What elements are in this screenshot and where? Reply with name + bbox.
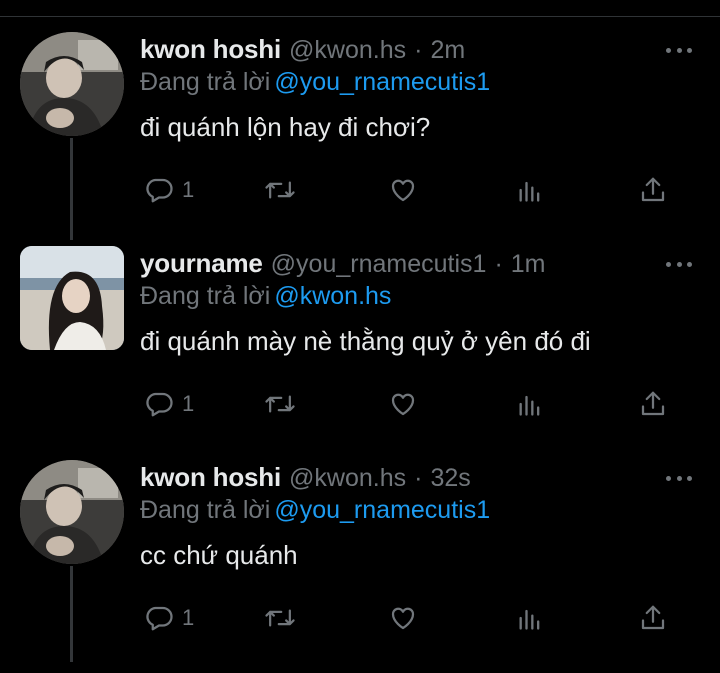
share-icon <box>641 605 665 630</box>
tweet-text: đi quánh mày nè thằng quỷ ở yên đó đi <box>140 326 591 356</box>
analytics-icon <box>519 609 540 630</box>
avatar-photo <box>20 460 124 564</box>
retweet-button[interactable] <box>264 384 296 424</box>
reply-count: 1 <box>182 605 195 630</box>
reply-count: 1 <box>182 177 195 202</box>
mention-link[interactable]: @kwon.hs <box>274 282 391 310</box>
author-handle[interactable]: @you_rnamecutis1 <box>271 250 487 279</box>
like-button[interactable] <box>388 170 418 210</box>
separator-dot: · <box>414 464 423 492</box>
retweet-button[interactable] <box>264 598 296 638</box>
share-button[interactable] <box>638 170 668 210</box>
share-button[interactable] <box>638 384 668 424</box>
more-icon[interactable] <box>666 46 692 54</box>
author-name[interactable]: kwon hoshi <box>140 462 281 493</box>
tweet[interactable]: kwon hoshi @kwon.hs · 2m Đang trả lời @yo… <box>0 32 720 245</box>
tweet-actions: 1 <box>140 598 680 638</box>
author-name[interactable]: kwon hoshi <box>140 34 281 65</box>
reply-button[interactable]: 1 <box>144 170 194 210</box>
reply-icon <box>146 178 173 203</box>
author-handle[interactable]: @kwon.hs <box>289 36 406 65</box>
reply-button[interactable]: 1 <box>144 598 194 638</box>
analytics-icon <box>519 395 540 416</box>
reply-button[interactable]: 1 <box>144 384 194 424</box>
tweet-actions: 1 <box>140 384 680 424</box>
separator-dot: · <box>414 36 423 64</box>
tweet-text: đi quánh lộn hay đi chơi? <box>140 112 431 142</box>
replying-to-line: Đang trả lời @you_rnamecutis1 <box>140 68 490 97</box>
replying-to-line: Đang trả lời @kwon.hs <box>140 282 391 311</box>
separator-dot: · <box>494 250 503 278</box>
author-name[interactable]: yourname <box>140 248 263 279</box>
tweet-timestamp[interactable]: 1m <box>511 250 546 279</box>
views-button[interactable] <box>516 384 544 424</box>
reply-count: 1 <box>182 391 195 416</box>
share-icon <box>641 177 665 202</box>
share-icon <box>641 391 665 416</box>
mention-link[interactable]: @you_rnamecutis1 <box>274 496 490 524</box>
like-button[interactable] <box>388 598 418 638</box>
tweet-timestamp[interactable]: 32s <box>430 464 470 493</box>
heart-icon <box>391 607 415 630</box>
avatar-photo <box>20 32 124 136</box>
like-button[interactable] <box>388 384 418 424</box>
heart-icon <box>391 179 415 202</box>
retweet-icon <box>265 181 295 199</box>
avatar[interactable] <box>20 32 124 136</box>
retweet-button[interactable] <box>264 170 296 210</box>
tweet[interactable]: yourname @you_rnamecutis1 · 1m Đang trả … <box>0 246 720 459</box>
replying-to-label: Đang trả lời <box>140 496 271 524</box>
tweet-text: cc chứ quánh <box>140 540 298 570</box>
top-divider <box>0 16 720 17</box>
avatar[interactable] <box>20 246 124 350</box>
author-handle[interactable]: @kwon.hs <box>289 464 406 493</box>
tweet[interactable]: kwon hoshi @kwon.hs · 32s Đang trả lời @y… <box>0 460 720 673</box>
more-icon[interactable] <box>666 260 692 268</box>
tweet-timestamp[interactable]: 2m <box>430 36 465 65</box>
more-icon[interactable] <box>666 474 692 482</box>
analytics-icon <box>519 181 540 202</box>
mention-link[interactable]: @you_rnamecutis1 <box>274 68 490 96</box>
replying-to-label: Đang trả lời <box>140 68 271 96</box>
avatar-photo <box>20 246 124 350</box>
reply-icon <box>146 606 173 631</box>
views-button[interactable] <box>516 170 544 210</box>
retweet-icon <box>265 609 295 627</box>
share-button[interactable] <box>638 598 668 638</box>
replying-to-label: Đang trả lời <box>140 282 271 310</box>
replying-to-line: Đang trả lời @you_rnamecutis1 <box>140 496 490 525</box>
views-button[interactable] <box>516 598 544 638</box>
tweet-actions: 1 <box>140 170 680 210</box>
heart-icon <box>391 393 415 416</box>
avatar[interactable] <box>20 460 124 564</box>
retweet-icon <box>265 395 295 413</box>
reply-icon <box>146 392 173 417</box>
